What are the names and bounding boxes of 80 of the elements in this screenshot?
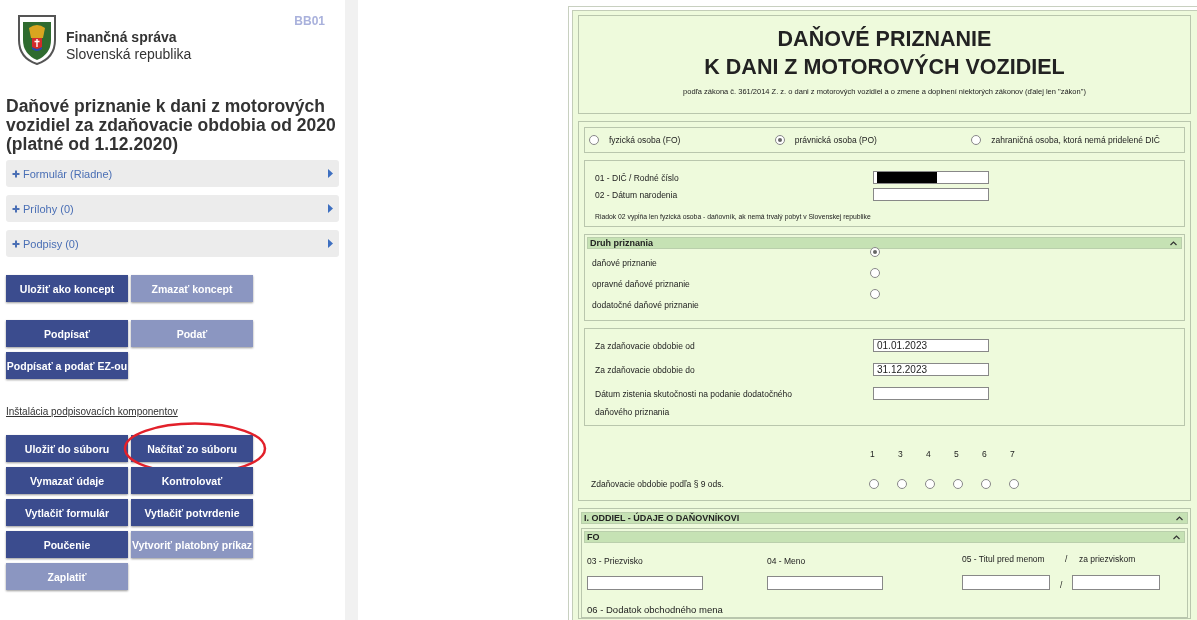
radio-button[interactable] <box>870 289 880 299</box>
text-field[interactable] <box>1072 574 1161 590</box>
plus-icon <box>12 169 20 178</box>
option-label: opravné daňové priznanie <box>592 277 691 291</box>
text-field[interactable] <box>873 171 989 184</box>
radio-label: právnická osoba (PO) <box>794 135 877 145</box>
separator: / <box>1065 554 1069 564</box>
organization-country: Slovenská republika <box>66 46 192 62</box>
action-button[interactable]: Uložiť ako koncept <box>6 275 128 302</box>
option-label: 7 <box>1009 449 1015 459</box>
collapse-icon <box>1176 515 1183 521</box>
field-label: Zdaňovacie obdobie podľa § 9 ods. <box>591 479 724 489</box>
accordion-header[interactable]: Prílohy (0) <box>6 195 339 222</box>
action-button[interactable]: Uložiť do súboru <box>6 435 128 462</box>
radio-button[interactable] <box>869 479 879 489</box>
crest-logo-icon <box>17 14 57 66</box>
action-button[interactable]: Vytlačiť formulár <box>6 499 128 526</box>
field-label: 05 - Titul pred menom <box>962 554 1046 564</box>
radio-button[interactable] <box>774 135 785 145</box>
action-button[interactable]: Načítať zo súboru <box>131 435 253 462</box>
radio-button[interactable] <box>925 479 935 489</box>
action-button[interactable]: Kontrolovať <box>131 467 253 494</box>
section-header[interactable]: Druh priznania <box>587 237 1182 249</box>
field-label: 01 - DIČ / Rodné číslo <box>595 172 680 183</box>
plus-icon <box>12 204 20 213</box>
install-link[interactable]: Inštalácia podpisovacích komponentov <box>6 406 178 417</box>
action-button[interactable]: Poučenie <box>6 531 128 558</box>
field-label: za priezviskom <box>1079 554 1136 564</box>
accordion-header[interactable]: Podpisy (0) <box>6 230 339 257</box>
radio-label: fyzická osoba (FO) <box>609 135 681 145</box>
option-label: 5 <box>953 449 959 459</box>
organization-name: Finančná správa <box>66 29 178 46</box>
form-title: K DANI Z MOTOROVÝCH VOZIDIEL <box>704 53 1065 81</box>
section-header[interactable]: I. ODDIEL - ÚDAJE O DAŇOVNÍKOVI <box>581 512 1188 524</box>
field-label: Za zdaňovacie obdobie od <box>595 340 696 353</box>
action-button[interactable]: Vymazať údaje <box>6 467 128 494</box>
text-field[interactable] <box>962 574 1050 590</box>
form-heading: Daňové priznanie k dani z motorových vozidiel za zdaňovacie obdobia od 2020 (platné od 1.12.2020) <box>6 97 337 154</box>
plus-icon <box>12 239 20 248</box>
option-label: 4 <box>925 449 931 459</box>
field-label: 06 - Dodatok obchodného mena <box>587 604 724 615</box>
date-field[interactable]: 01.01.2023 <box>873 339 989 352</box>
section-header[interactable]: FO <box>584 531 1185 543</box>
text-field[interactable] <box>873 188 989 201</box>
option-label: 6 <box>981 449 987 459</box>
caret-icon <box>328 239 333 248</box>
field-label: 03 - Priezvisko <box>587 556 644 566</box>
radio-button[interactable] <box>981 479 991 489</box>
redaction-bar <box>877 172 937 183</box>
separator: / <box>1060 580 1063 590</box>
action-button[interactable]: Podpísať <box>6 320 128 347</box>
radio-label: zahraničná osoba, ktorá nemá pridelené DIČ <box>991 135 1160 145</box>
radio-button[interactable] <box>870 268 880 278</box>
action-button[interactable]: Podpísať a podať EZ-ou <box>6 352 128 379</box>
text-field[interactable] <box>767 576 883 590</box>
field-label: Za zdaňovacie obdobie do <box>595 364 696 377</box>
field-label: 04 - Meno <box>767 556 807 566</box>
accordion-header[interactable]: Formulár (Riadne) <box>6 160 339 187</box>
caret-icon <box>328 169 333 178</box>
option-label: dodatočné daňové priznanie <box>592 298 700 312</box>
collapse-icon <box>1173 534 1180 540</box>
option-label: 3 <box>897 449 903 459</box>
field-label: 02 - Dátum narodenia <box>595 189 679 200</box>
text-field[interactable] <box>587 576 703 590</box>
radio-button[interactable] <box>953 479 963 489</box>
option-label: daňové priznanie <box>592 256 658 270</box>
field-label: Dátum zistenia skutočnosti na podanie dodatočného daňového priznania <box>595 388 794 419</box>
form-title: DAŇOVÉ PRIZNANIE <box>777 25 992 53</box>
radio-button[interactable] <box>971 135 982 145</box>
radio-button[interactable] <box>589 135 599 145</box>
action-button[interactable]: Vytlačiť potvrdenie <box>131 499 253 526</box>
radio-button[interactable] <box>897 479 907 489</box>
option-label: 1 <box>869 449 875 459</box>
date-field[interactable]: 31.12.2023 <box>873 363 989 376</box>
radio-button[interactable] <box>1009 479 1019 489</box>
radio-button[interactable] <box>870 247 880 257</box>
date-field[interactable] <box>873 387 989 400</box>
collapse-icon <box>1170 240 1177 246</box>
form-code: BB01 <box>294 14 325 28</box>
caret-icon <box>328 204 333 213</box>
